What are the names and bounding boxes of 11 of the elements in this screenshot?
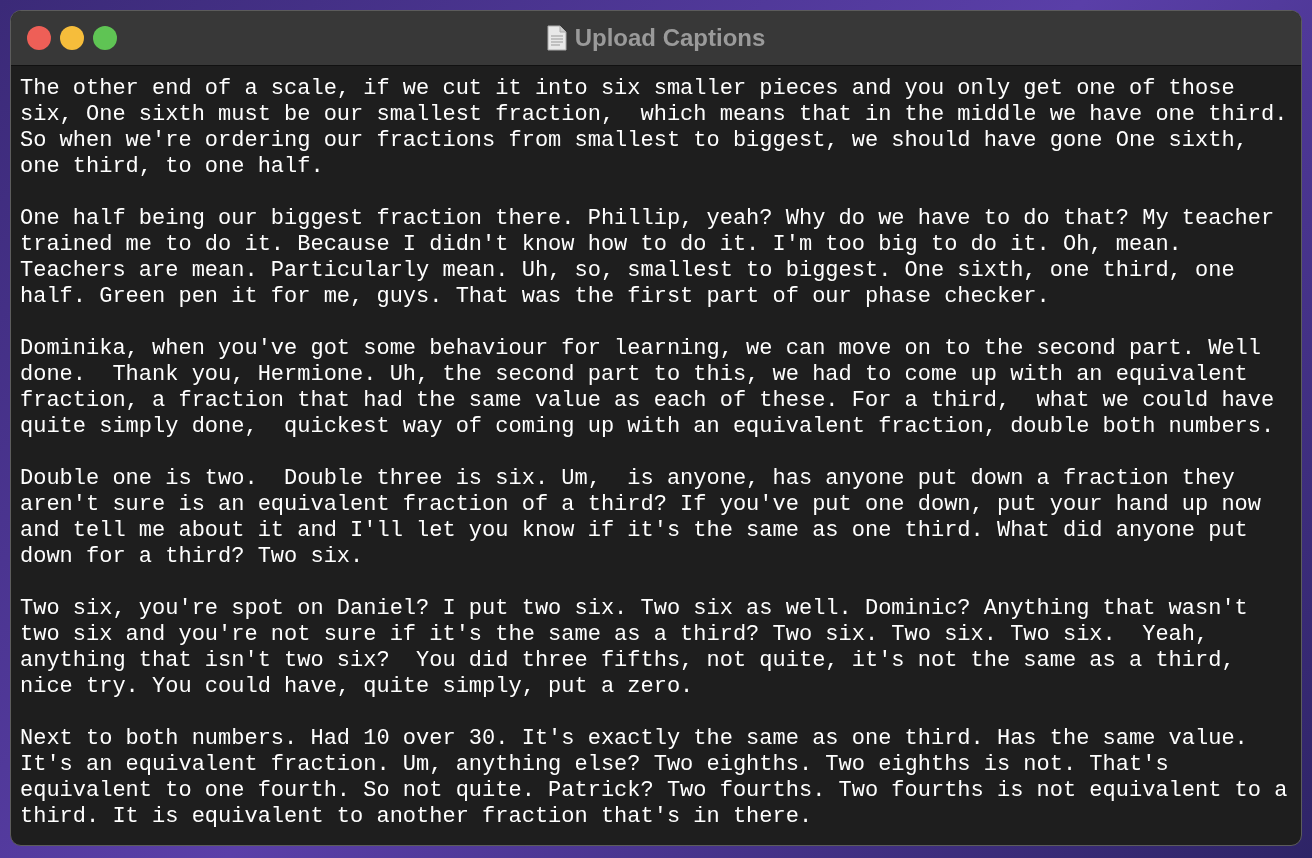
caption-paragraph: One half being our biggest fraction there. Phillip, yeah? Why do we have to do that? My teacher trained me to do it. Because I didn't know how to do it. I'm too big to do it. Oh, mean. Teachers are mean. Particularly mean. Uh, so, smallest to biggest. One sixth, one third, one half. Green pen it for me, guys. That was the first part of our phase checker. bbox=[20, 206, 1276, 310]
caption-paragraph: Double one is two. Double three is six. Um, is anyone, has anyone put down a fraction they aren't sure is an equivalent fraction of a third? If you've put one down, put your hand up now and tell me about it and I'll let you know if it's the same as one third. What did anyone put down for a third? Two six. bbox=[20, 466, 1262, 570]
window-title: Upload Captions bbox=[574, 24, 766, 52]
caption-paragraph: Two six, you're spot on Daniel? I put two six. Two six as well. Dominic? Anything that wasn't two six and you're not sure if it's the same as a third? Two six. Two six. Two six. Yeah, anything that isn't two six? You did three fifths, not quite, it's not the same as a third, nice try. You could have, quite simply, put a zero. bbox=[20, 596, 1249, 700]
caption-paragraph: The other end of a scale, if we cut it into six smaller pieces and you only get one of those six, One sixth must be our smallest fraction, which means that in the middle we have one third. So when we're ordering our fractions from smallest to biggest, we should have gone One sixth, one third, to one half. bbox=[20, 76, 1288, 180]
caption-paragraph: Dominika, when you've got some behaviour for learning, we can move on to the second part. Well done. Thank you, Hermione. Uh, the second part to this, we had to come up with an equivalent fraction, a fraction that had the same value as each of these. For a third, what we could have quite simply done, quickest way of coming up with an equivalent fraction, double both numbers. bbox=[20, 336, 1276, 440]
minimize-button[interactable] bbox=[60, 26, 84, 50]
caption-paragraph: Next to both numbers. Had 10 over 30. It's exactly the same as one third. Has the same value. It's an equivalent fraction. Um, anything else? Two eighths. Two eighths is not. That's equivalent to one fourth. So not quite. Patrick? Two fourths. Two fourths is not equivalent to a third. It is equivalent to another fraction that's in there. bbox=[20, 726, 1288, 830]
zoom-button[interactable] bbox=[93, 26, 117, 50]
close-button[interactable] bbox=[27, 26, 51, 50]
document-icon bbox=[546, 25, 567, 51]
